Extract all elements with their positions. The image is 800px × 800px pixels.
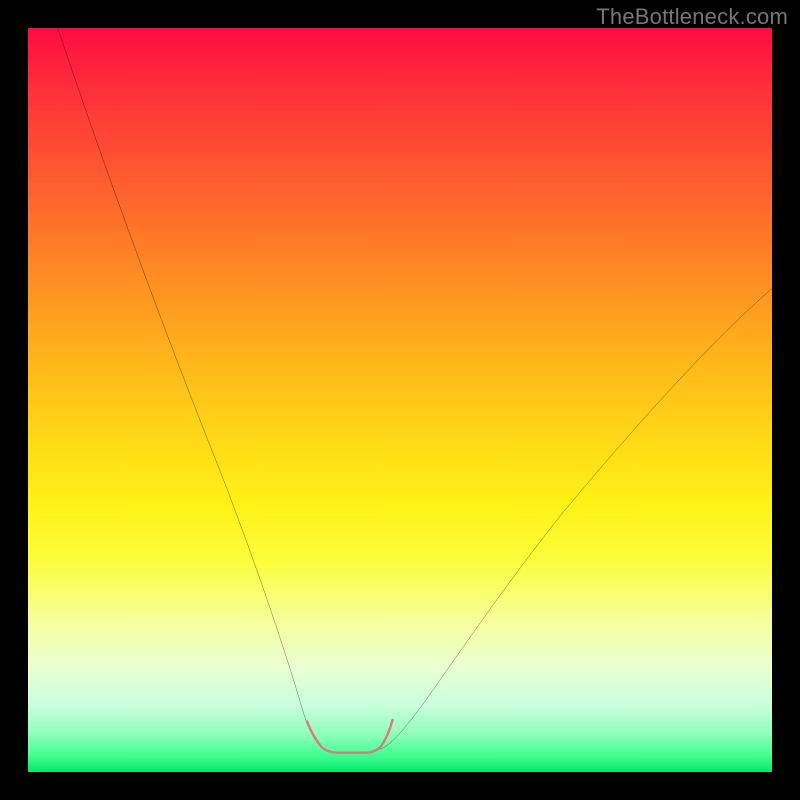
watermark-text: TheBottleneck.com [596, 4, 788, 30]
curve-overlay [28, 28, 772, 772]
minimum-marker [307, 720, 393, 753]
left-curve [58, 28, 326, 750]
chart-frame: TheBottleneck.com [0, 0, 800, 800]
plot-area [28, 28, 772, 772]
right-curve [378, 288, 772, 749]
